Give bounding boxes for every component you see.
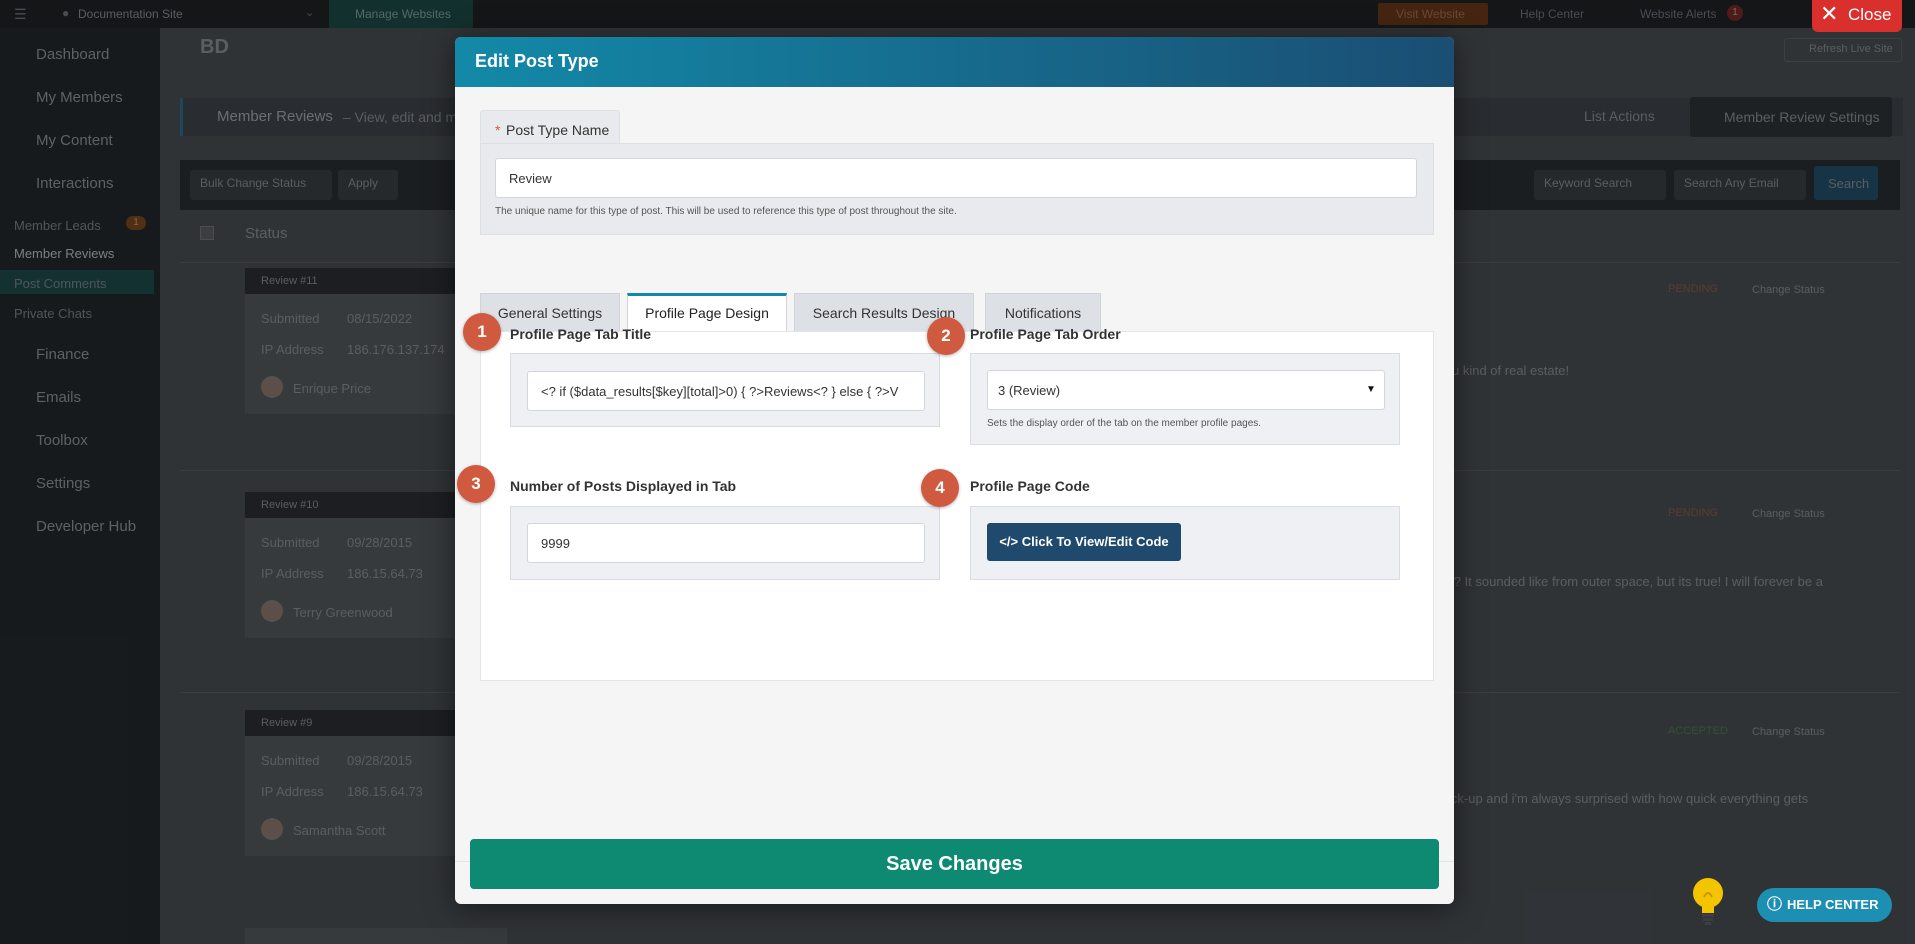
tab-title-value: <? if ($data_results[$key][total]>0) { ?…: [541, 384, 899, 399]
close-button[interactable]: ✕ Close: [1812, 0, 1902, 32]
post-type-name-tab: * Post Type Name: [480, 110, 620, 145]
modal-title: Edit Post Type: [475, 51, 599, 71]
page-code-field: </> Click To View/Edit Code: [970, 506, 1400, 580]
tab-title-field: <? if ($data_results[$key][total]>0) { ?…: [510, 353, 940, 427]
post-type-name-value: Review: [509, 171, 552, 186]
tab-order-value: 3 (Review): [998, 383, 1061, 398]
posts-displayed-field: 9999: [510, 506, 940, 580]
save-changes-button[interactable]: Save Changes: [470, 839, 1439, 889]
step-badge: 3: [457, 465, 495, 503]
page-code-label: Profile Page Code: [970, 478, 1090, 494]
edit-post-type-modal: Edit Post Type * Post Type Name Review T…: [455, 37, 1454, 904]
tab-order-label: Profile Page Tab Order: [970, 326, 1121, 342]
tab-order-help: Sets the display order of the tab on the…: [987, 418, 1262, 429]
code-icon: </>: [999, 534, 1019, 549]
posts-displayed-label: Number of Posts Displayed in Tab: [510, 478, 737, 494]
tab-title-label: Profile Page Tab Title: [510, 326, 652, 342]
tab-title-input[interactable]: <? if ($data_results[$key][total]>0) { ?…: [527, 371, 925, 411]
help-center-label: HELP CENTER: [1787, 897, 1879, 912]
modal-header: Edit Post Type: [455, 37, 1454, 87]
tab-label: Notifications: [1004, 305, 1082, 321]
close-label: Close: [1848, 5, 1892, 24]
post-type-name-input[interactable]: Review: [495, 158, 1417, 198]
view-edit-code-button[interactable]: </> Click To View/Edit Code: [987, 523, 1181, 561]
required-marker: *: [495, 122, 501, 138]
tab-order-field: 3 (Review) ▼ Sets the display order of t…: [970, 353, 1400, 445]
step-badge: 1: [463, 313, 501, 351]
post-type-name-label: Post Type Name: [506, 122, 610, 138]
tab-label: General Settings: [497, 305, 603, 321]
step-badge: 2: [927, 317, 965, 355]
post-type-name-section: Review The unique name for this type of …: [480, 143, 1434, 235]
question-icon: ⓘ: [1767, 896, 1783, 913]
view-edit-code-label: Click To View/Edit Code: [1021, 534, 1169, 549]
posts-displayed-input[interactable]: 9999: [527, 523, 925, 563]
close-icon: ✕: [1820, 1, 1839, 26]
tab-label: Search Results Design: [812, 305, 956, 321]
tab-order-select[interactable]: 3 (Review) ▼: [987, 370, 1385, 410]
posts-displayed-value: 9999: [541, 536, 570, 551]
lightbulb-icon[interactable]: [1688, 875, 1728, 927]
step-badge: 4: [921, 469, 959, 507]
post-type-name-help: The unique name for this type of post. T…: [495, 206, 957, 217]
tab-label: Profile Page Design: [645, 305, 769, 321]
help-center-button[interactable]: ⓘ HELP CENTER: [1757, 888, 1892, 922]
caret-down-icon: ▼: [1366, 384, 1376, 395]
